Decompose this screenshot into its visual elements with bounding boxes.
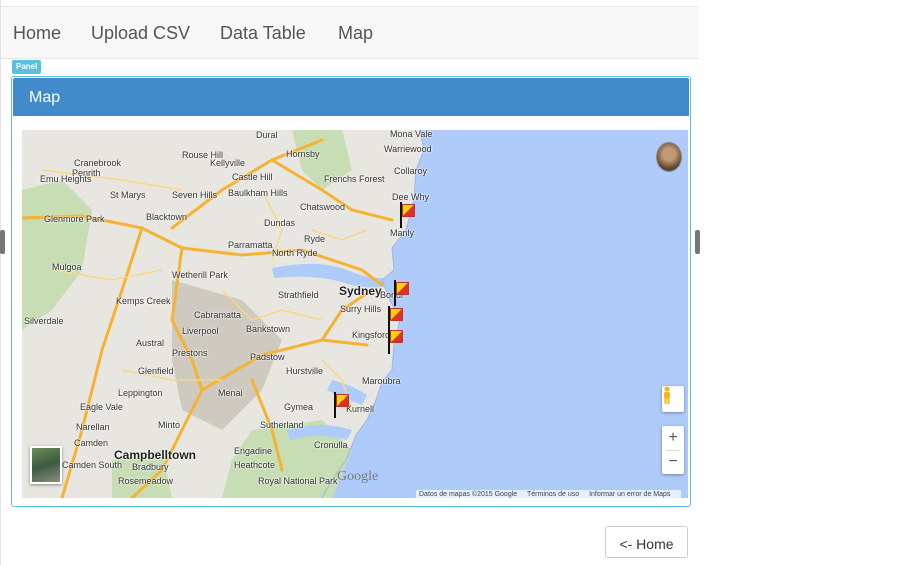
left-collapse-handle[interactable] xyxy=(0,230,5,254)
place-st-marys: St Marys xyxy=(110,190,146,200)
zoom-out-button[interactable]: − xyxy=(662,450,684,474)
place-maroubra: Maroubra xyxy=(362,376,401,386)
place-prestons: Prestons xyxy=(172,348,208,358)
map-marker[interactable] xyxy=(400,202,415,228)
place-rosemeadow: Rosemeadow xyxy=(118,476,174,486)
place-leppington: Leppington xyxy=(118,388,163,398)
place-blacktown: Blacktown xyxy=(146,212,188,222)
map-marker[interactable] xyxy=(388,328,403,354)
place-dural: Dural xyxy=(256,130,278,140)
place-frenchs-forest: Frenchs Forest xyxy=(324,174,385,184)
nav-data-table[interactable]: Data Table xyxy=(220,23,306,44)
place-liverpool: Liverpool xyxy=(182,326,219,336)
map-marker[interactable] xyxy=(394,280,409,306)
nav-upload-csv[interactable]: Upload CSV xyxy=(91,23,190,44)
place-chatswood: Chatswood xyxy=(300,202,346,212)
place-parramatta: Parramatta xyxy=(228,240,273,250)
place-kellyville: Kellyville xyxy=(210,158,246,168)
map-marker[interactable] xyxy=(334,392,349,418)
report-error-link[interactable]: Informar un error de Maps xyxy=(589,491,670,498)
place-royal-national-park: Royal National Park xyxy=(258,476,338,486)
place-campbelltown: Campbelltown xyxy=(114,448,197,462)
map-data-attribution: Datos de mapas ©2015 Google xyxy=(419,491,518,498)
place-bradbury: Bradbury xyxy=(132,462,169,472)
map-tiles xyxy=(22,130,425,498)
place-bankstown: Bankstown xyxy=(246,324,291,334)
nav-map[interactable]: Map xyxy=(338,23,373,44)
place-dundas: Dundas xyxy=(264,218,296,228)
place-engadine: Engadine xyxy=(234,446,273,456)
place-gymea: Gymea xyxy=(284,402,314,412)
panel-title: Map xyxy=(29,89,61,106)
panel-heading: Map xyxy=(13,78,689,116)
place-baulkham-hills: Baulkham Hills xyxy=(228,188,288,198)
map-attribution: Datos de mapas ©2015 Google Términos de … xyxy=(416,490,682,498)
panel-tag-label: Panel xyxy=(12,60,42,74)
place-kingsford: Kingsford xyxy=(352,330,391,340)
place-mona-vale: Mona Vale xyxy=(390,130,433,139)
page-left-border xyxy=(0,0,1,565)
map-panel: Map Mona Vale Warriewood Collaroy Dee Wh… xyxy=(11,76,691,507)
zoom-control: + − xyxy=(662,426,684,474)
place-ryde: Ryde xyxy=(304,234,326,244)
place-mulgoa: Mulgoa xyxy=(52,262,82,272)
top-navbar: Home Upload CSV Data Table Map xyxy=(1,6,699,59)
place-glenmore-park: Glenmore Park xyxy=(44,214,105,224)
place-north-ryde: North Ryde xyxy=(272,248,318,258)
place-seven-hills: Seven Hills xyxy=(172,190,218,200)
place-narellan: Narellan xyxy=(76,422,110,432)
place-cronulla: Cronulla xyxy=(314,440,348,450)
back-home-button[interactable]: <- Home xyxy=(605,526,688,558)
place-emu-heights: Emu Heights xyxy=(40,174,92,184)
place-glenfield: Glenfield xyxy=(138,366,174,376)
place-surry-hills: Surry Hills xyxy=(340,304,382,314)
place-heathcote: Heathcote xyxy=(234,460,276,470)
place-dee-why: Dee Why xyxy=(392,192,430,202)
street-view-pegman-icon[interactable] xyxy=(662,386,684,412)
place-manly: Manly xyxy=(390,228,415,238)
user-avatar-icon[interactable] xyxy=(656,142,682,172)
google-map[interactable]: Mona Vale Warriewood Collaroy Dee Why Ma… xyxy=(22,130,688,498)
place-cranebrook: Cranebrook xyxy=(74,158,122,168)
place-hurstville: Hurstville xyxy=(286,366,324,376)
place-camden-south: Camden South xyxy=(62,460,123,470)
place-hornsby: Hornsby xyxy=(286,149,320,159)
place-collaroy: Collaroy xyxy=(394,166,428,176)
place-wetherill-park: Wetherill Park xyxy=(172,270,228,280)
place-austral: Austral xyxy=(136,338,165,348)
google-logo: Google xyxy=(337,469,379,484)
place-eagle-vale: Eagle Vale xyxy=(80,402,123,412)
place-sydney: Sydney xyxy=(339,284,382,298)
place-kurnell: Kurnell xyxy=(346,404,375,414)
place-silverdale: Silverdale xyxy=(24,316,64,326)
satellite-toggle-thumbnail[interactable] xyxy=(30,446,62,484)
place-menai: Menai xyxy=(218,388,243,398)
right-collapse-handle[interactable] xyxy=(695,230,700,254)
place-castle-hill: Castle Hill xyxy=(232,172,273,182)
place-kemps-creek: Kemps Creek xyxy=(116,296,171,306)
place-minto: Minto xyxy=(158,420,181,430)
place-cabramatta: Cabramatta xyxy=(194,310,242,320)
terms-of-use-link[interactable]: Términos de uso xyxy=(527,491,579,498)
zoom-in-button[interactable]: + xyxy=(662,426,684,450)
place-sutherland: Sutherland xyxy=(260,420,304,430)
place-warriewood: Warriewood xyxy=(384,144,432,154)
nav-home[interactable]: Home xyxy=(13,23,61,44)
place-strathfield: Strathfield xyxy=(278,290,319,300)
place-camden: Camden xyxy=(74,438,109,448)
place-padstow: Padstow xyxy=(250,352,285,362)
